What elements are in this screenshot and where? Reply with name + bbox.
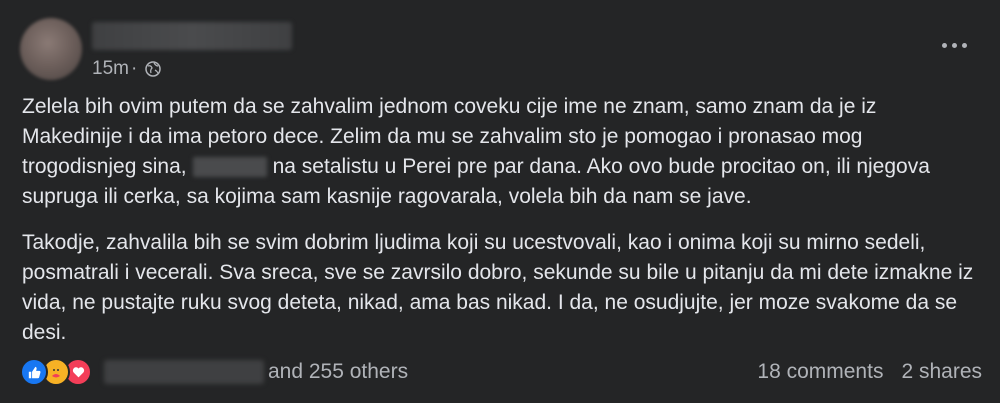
- time-row: 15m ·: [92, 58, 292, 80]
- avatar[interactable]: [20, 18, 82, 80]
- post-body: Zelela bih ovim putem da se zahvalim jed…: [22, 92, 982, 364]
- like-icon: [20, 358, 48, 386]
- others-count[interactable]: and 255 others: [268, 360, 408, 384]
- child-name-redacted: [192, 157, 267, 178]
- comments-count[interactable]: 18 comments: [757, 360, 883, 384]
- reaction-icons[interactable]: [20, 358, 92, 386]
- post-card: 15m · Zelela bih ovim putem da se zahval…: [0, 0, 1000, 403]
- shares-count[interactable]: 2 shares: [901, 360, 982, 384]
- post-meta: 15m ·: [92, 18, 292, 80]
- reactor-names-redacted[interactable]: [104, 360, 264, 384]
- globe-icon[interactable]: [145, 61, 162, 77]
- timestamp[interactable]: 15m: [92, 58, 129, 80]
- post-header: 15m ·: [20, 18, 292, 80]
- post-footer: and 255 others 18 comments 2 shares: [20, 354, 982, 390]
- post-paragraph-2: Takodje, zahvalila bih se svim dobrim lj…: [22, 231, 974, 344]
- author-name-redacted[interactable]: [92, 22, 292, 50]
- post-paragraph-1: Zelela bih ovim putem da se zahvalim jed…: [22, 92, 982, 212]
- more-horizontal-icon[interactable]: [942, 42, 968, 50]
- dot-separator: ·: [130, 58, 138, 79]
